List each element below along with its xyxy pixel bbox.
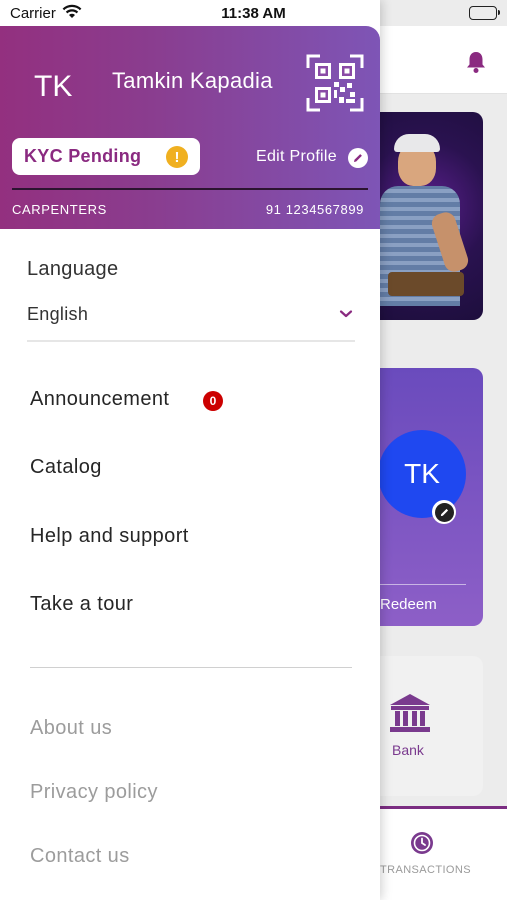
- menu-divider: [30, 667, 352, 668]
- kyc-status-badge[interactable]: KYC Pending !: [12, 138, 200, 175]
- kyc-status-label: KYC Pending: [24, 146, 142, 166]
- menu-item-help-support[interactable]: Help and support: [30, 525, 189, 548]
- warning-icon: !: [166, 146, 188, 168]
- language-value: English: [27, 304, 89, 324]
- phone-number: 91 1234567899: [265, 202, 364, 217]
- language-title: Language: [27, 258, 119, 280]
- edit-profile-link[interactable]: Edit Profile: [256, 148, 337, 166]
- profile-initials: TK: [34, 70, 73, 103]
- profession-label: CARPENTERS: [12, 202, 107, 217]
- battery-icon: [469, 6, 500, 20]
- header-divider: [12, 188, 368, 190]
- menu-item-take-a-tour[interactable]: Take a tour: [30, 593, 133, 616]
- profile-header: TK Tamkin Kapadia KYC Pending ! Edit Pro…: [0, 26, 380, 229]
- chevron-down-icon: [339, 306, 353, 324]
- language-select[interactable]: English: [27, 300, 355, 342]
- menu-item-contact-us[interactable]: Contact us: [30, 845, 130, 868]
- menu-item-announcement[interactable]: Announcement: [30, 388, 169, 411]
- clock: 11:38 AM: [221, 5, 286, 22]
- menu-item-privacy-policy[interactable]: Privacy policy: [30, 781, 158, 804]
- user-name: Tamkin Kapadia: [112, 68, 273, 93]
- status-bar: Carrier 11:38 AM: [0, 0, 507, 26]
- qr-code-icon[interactable]: [306, 54, 364, 112]
- side-drawer: TK Tamkin Kapadia KYC Pending ! Edit Pro…: [0, 0, 380, 900]
- pencil-icon[interactable]: [348, 148, 368, 168]
- menu-item-catalog[interactable]: Catalog: [30, 456, 102, 479]
- announcement-count-badge: 0: [203, 391, 223, 411]
- menu-item-about-us[interactable]: About us: [30, 717, 112, 740]
